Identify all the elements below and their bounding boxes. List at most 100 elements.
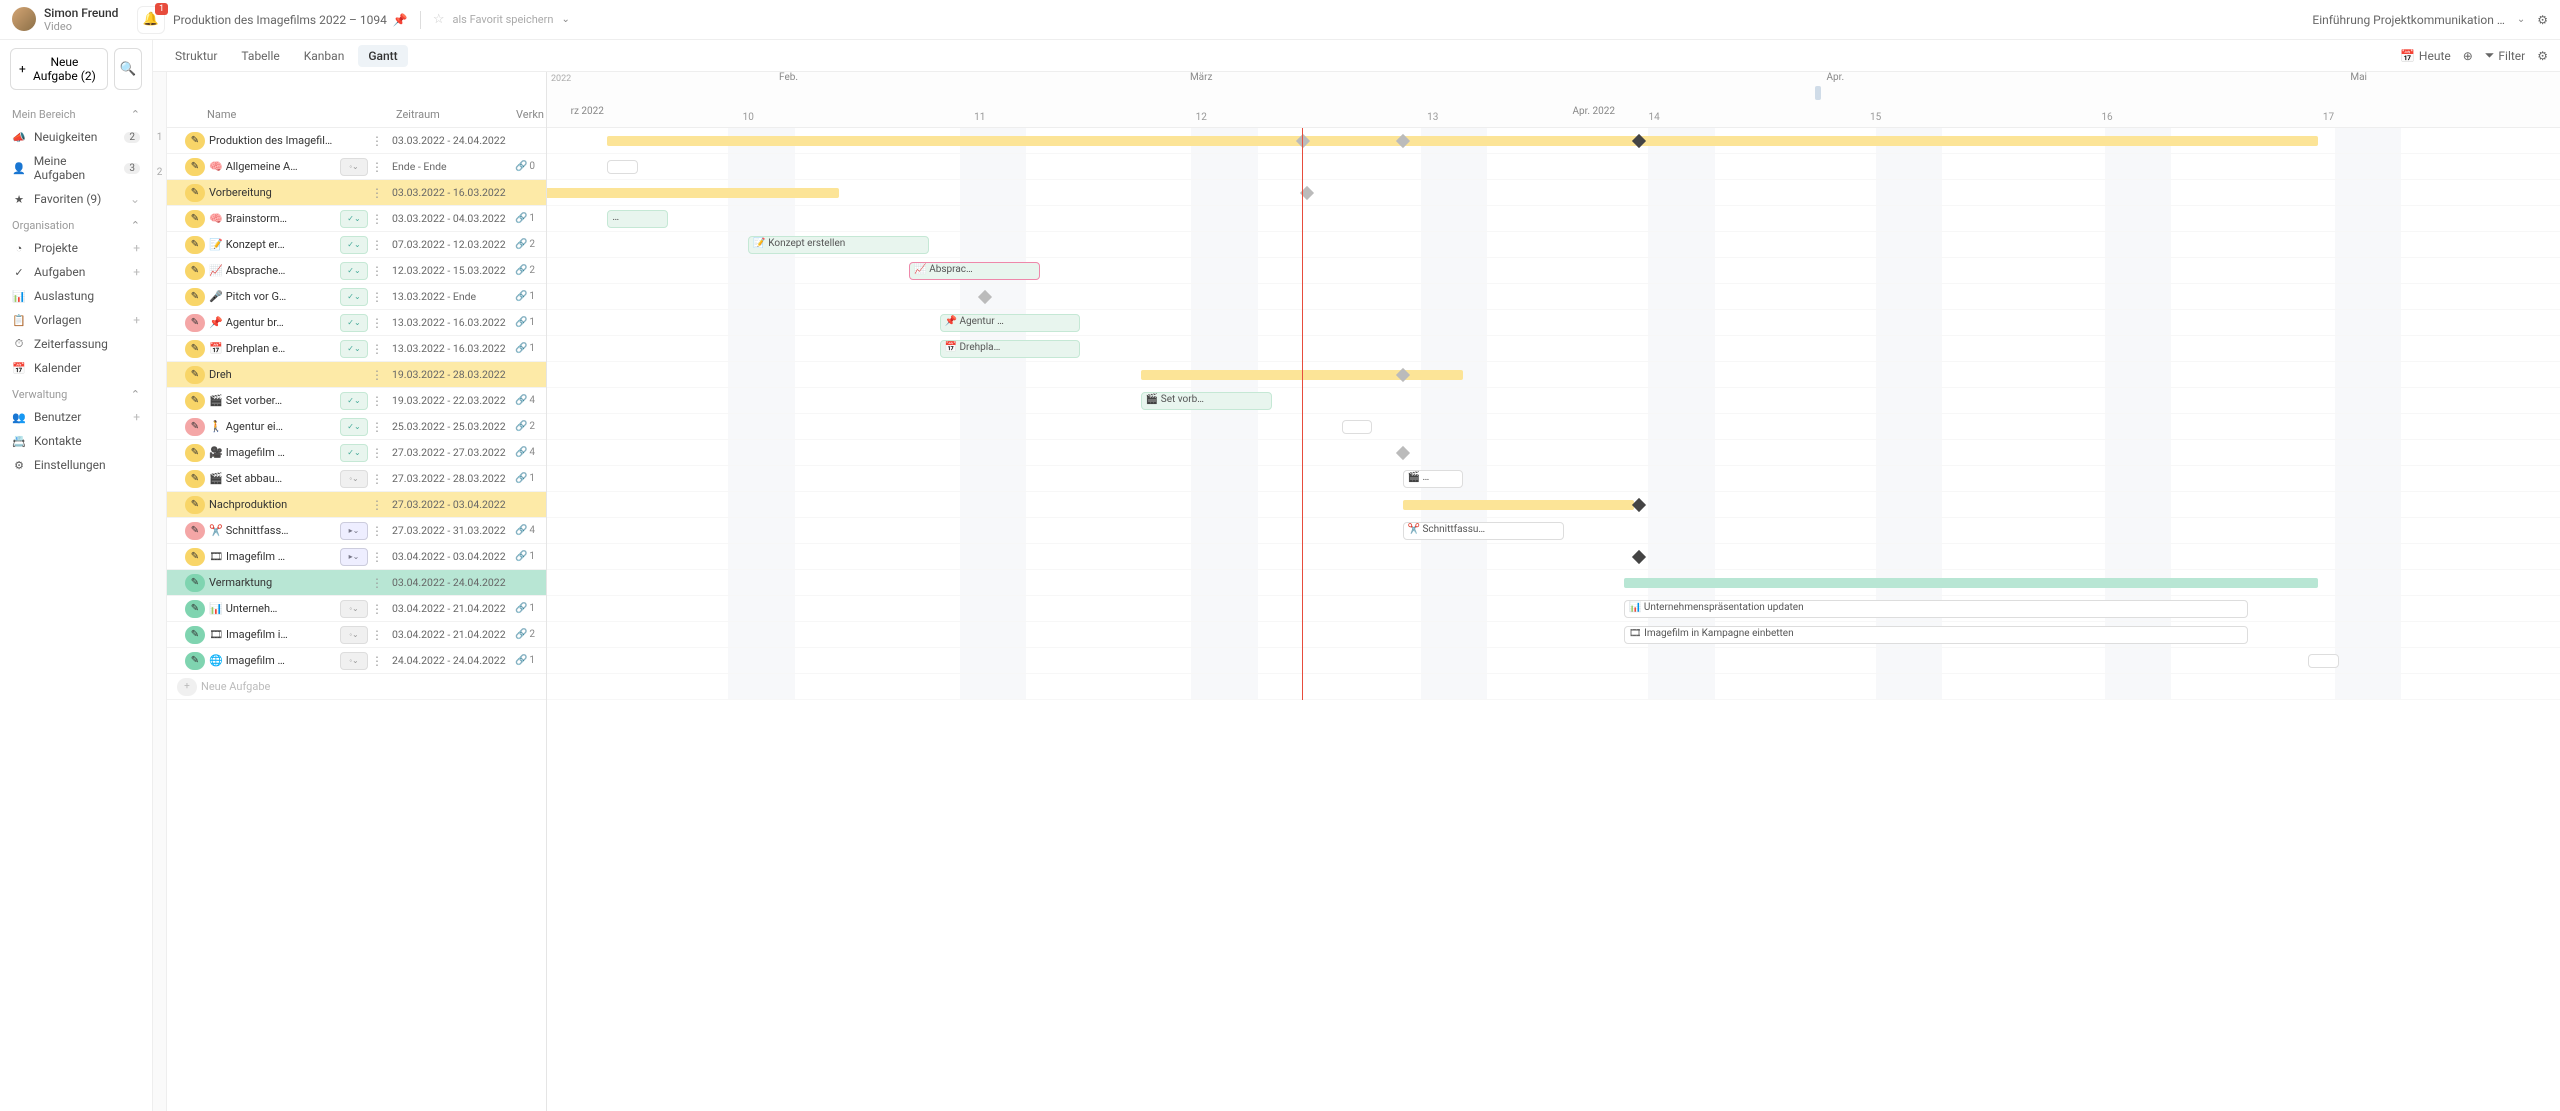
more-icon[interactable]: ⋮ bbox=[370, 550, 384, 564]
sidebar-item-zeiterfassung[interactable]: ⏱Zeiterfassung bbox=[0, 332, 152, 356]
gantt-bar[interactable]: 📈 Absprac… bbox=[909, 262, 1040, 280]
status-pill[interactable]: ▸⌄ bbox=[340, 522, 368, 540]
new-task-button[interactable]: + Neue Aufgabe (2) bbox=[10, 48, 108, 90]
status-pill[interactable]: ▸⌄ bbox=[340, 548, 368, 566]
task-link[interactable]: 🔗2 bbox=[504, 265, 546, 276]
task-link[interactable]: 🔗2 bbox=[504, 629, 546, 640]
more-icon[interactable]: ⋮ bbox=[370, 472, 384, 486]
task-link[interactable]: 🔗1 bbox=[504, 655, 546, 666]
sidebar-item-neuigkeiten[interactable]: 📣Neuigkeiten2 bbox=[0, 125, 152, 149]
task-row[interactable]: ✎ 📈Absprache… ✓⌄ ⋮ 12.03.2022 - 15.03.20… bbox=[167, 258, 546, 284]
milestone-diamond[interactable] bbox=[1396, 446, 1410, 460]
gantt-bar[interactable]: 📊 Unternehmenspräsentation updaten bbox=[1624, 600, 2248, 618]
more-icon[interactable]: ⋮ bbox=[370, 628, 384, 642]
gantt-bar[interactable] bbox=[1403, 500, 1634, 510]
tab-tabelle[interactable]: Tabelle bbox=[231, 45, 289, 67]
status-pill[interactable]: ✓⌄ bbox=[340, 314, 368, 332]
more-icon[interactable]: ⋮ bbox=[370, 654, 384, 668]
edit-icon[interactable]: ✎ bbox=[185, 210, 205, 228]
edit-icon[interactable]: ✎ bbox=[185, 652, 205, 670]
task-link[interactable]: 🔗1 bbox=[504, 213, 546, 224]
task-link[interactable]: 🔗0 bbox=[504, 161, 546, 172]
edit-icon[interactable]: ✎ bbox=[185, 340, 205, 358]
chevron-down-icon[interactable]: ⌄ bbox=[2517, 14, 2525, 25]
task-link[interactable]: 🔗1 bbox=[504, 343, 546, 354]
edit-icon[interactable]: ✎ bbox=[185, 158, 205, 176]
edit-icon[interactable]: ✎ bbox=[185, 392, 205, 410]
status-pill[interactable]: ◦⌄ bbox=[340, 158, 368, 176]
gantt-bar[interactable] bbox=[1624, 578, 2318, 588]
task-row[interactable]: ✎ 🧠Brainstorm… ✓⌄ ⋮ 03.03.2022 - 04.03.2… bbox=[167, 206, 546, 232]
gantt-bar[interactable]: 📅 Drehpla… bbox=[940, 340, 1081, 358]
plus-icon[interactable]: + bbox=[133, 313, 140, 327]
task-row[interactable]: ⌃⌃ ✎ Vorbereitung ⋮ 03.03.2022 - 16.03.2… bbox=[167, 180, 546, 206]
chevron-down-icon[interactable]: ⌄ bbox=[130, 192, 140, 206]
milestone-diamond[interactable] bbox=[1632, 550, 1646, 564]
more-icon[interactable]: ⋮ bbox=[370, 394, 384, 408]
add-button[interactable]: ⊕ bbox=[2463, 49, 2473, 63]
task-row[interactable]: ✎ 🌐Imagefilm … ◦⌄ ⋮ 24.04.2022 - 24.04.2… bbox=[167, 648, 546, 674]
task-row[interactable]: ✎ 📅Drehplan e… ✓⌄ ⋮ 13.03.2022 - 16.03.2… bbox=[167, 336, 546, 362]
edit-icon[interactable]: ✎ bbox=[185, 522, 205, 540]
task-link[interactable]: 🔗1 bbox=[504, 291, 546, 302]
sidebar-item-kontakte[interactable]: 📇Kontakte bbox=[0, 429, 152, 453]
status-pill[interactable]: ◦⌄ bbox=[340, 470, 368, 488]
status-pill[interactable]: ✓⌄ bbox=[340, 262, 368, 280]
gantt-bar[interactable]: … bbox=[607, 210, 667, 228]
status-pill[interactable]: ◦⌄ bbox=[340, 600, 368, 618]
gantt-bar[interactable] bbox=[607, 160, 637, 174]
edit-icon[interactable]: ✎ bbox=[185, 470, 205, 488]
task-row[interactable]: ✎ 🎞Imagefilm i… ◦⌄ ⋮ 03.04.2022 - 21.04.… bbox=[167, 622, 546, 648]
task-row[interactable]: ✎ 📌Agentur br… ✓⌄ ⋮ 13.03.2022 - 16.03.2… bbox=[167, 310, 546, 336]
top-right-link[interactable]: Einführung Projektkommunikation … bbox=[2312, 13, 2504, 27]
edit-icon[interactable]: ✎ bbox=[185, 314, 205, 332]
more-icon[interactable]: ⋮ bbox=[370, 368, 384, 382]
gantt-bar[interactable] bbox=[607, 136, 2318, 146]
more-icon[interactable]: ⋮ bbox=[370, 264, 384, 278]
avatar[interactable] bbox=[12, 7, 36, 31]
task-row[interactable]: ✎ 🎬Set abbau… ◦⌄ ⋮ 27.03.2022 - 28.03.20… bbox=[167, 466, 546, 492]
status-pill[interactable]: ✓⌄ bbox=[340, 418, 368, 436]
column-date[interactable]: Zeitraum bbox=[384, 102, 504, 127]
gear-icon[interactable]: ⚙ bbox=[2537, 13, 2548, 27]
status-pill[interactable]: ◦⌄ bbox=[340, 652, 368, 670]
gantt-bar[interactable]: 📌 Agentur … bbox=[940, 314, 1081, 332]
edit-icon[interactable]: ✎ bbox=[185, 626, 205, 644]
edit-icon[interactable]: ✎ bbox=[185, 574, 205, 592]
sidebar-item-projekte[interactable]: ◔Projekte+ bbox=[0, 236, 152, 260]
task-row[interactable]: ✎ 🎞Imagefilm … ▸⌄ ⋮ 03.04.2022 - 03.04.2… bbox=[167, 544, 546, 570]
edit-icon[interactable]: ✎ bbox=[185, 366, 205, 384]
task-link[interactable]: 🔗1 bbox=[504, 603, 546, 614]
tab-gantt[interactable]: Gantt bbox=[358, 45, 407, 67]
task-link[interactable]: 🔗1 bbox=[504, 473, 546, 484]
column-name[interactable]: Name bbox=[167, 102, 384, 127]
edit-icon[interactable]: ✎ bbox=[185, 184, 205, 202]
more-icon[interactable]: ⋮ bbox=[370, 134, 384, 148]
task-row[interactable]: ✎ 🚶Agentur ei… ✓⌄ ⋮ 25.03.2022 - 25.03.2… bbox=[167, 414, 546, 440]
sidebar-item-meine-aufgaben[interactable]: 👤Meine Aufgaben3 bbox=[0, 149, 152, 187]
gantt-bar[interactable] bbox=[547, 188, 839, 198]
task-link[interactable]: 🔗4 bbox=[504, 395, 546, 406]
edit-icon[interactable]: ✎ bbox=[185, 262, 205, 280]
column-link[interactable]: Verkn bbox=[504, 102, 546, 127]
more-icon[interactable]: ⋮ bbox=[370, 212, 384, 226]
edit-icon[interactable]: ✎ bbox=[185, 288, 205, 306]
sidebar-item-einstellungen[interactable]: ⚙Einstellungen bbox=[0, 453, 152, 477]
plus-icon[interactable]: + bbox=[133, 265, 140, 279]
more-icon[interactable]: ⋮ bbox=[370, 290, 384, 304]
task-link[interactable]: 🔗4 bbox=[504, 525, 546, 536]
more-icon[interactable]: ⋮ bbox=[370, 316, 384, 330]
task-row[interactable]: ✎ ✂️Schnittfass… ▸⌄ ⋮ 27.03.2022 - 31.03… bbox=[167, 518, 546, 544]
today-button[interactable]: 📅Heute bbox=[2400, 49, 2451, 63]
timeline-drag-handle[interactable] bbox=[1815, 86, 1821, 100]
nav-section-mein-bereich[interactable]: Mein Bereich⌃ bbox=[0, 100, 152, 125]
gantt-bar[interactable]: 🎬 Set vorb… bbox=[1141, 392, 1272, 410]
status-pill[interactable]: ✓⌄ bbox=[340, 236, 368, 254]
filter-button[interactable]: ⏷Filter bbox=[2485, 48, 2525, 63]
edit-icon[interactable]: ✎ bbox=[185, 600, 205, 618]
milestone-diamond[interactable] bbox=[1632, 498, 1646, 512]
search-button[interactable]: 🔍 bbox=[114, 48, 142, 90]
sidebar-item-kalender[interactable]: 📅Kalender bbox=[0, 356, 152, 380]
task-row[interactable]: ✎ 🎤Pitch vor G… ✓⌄ ⋮ 13.03.2022 - Ende 🔗… bbox=[167, 284, 546, 310]
edit-icon[interactable]: ✎ bbox=[185, 418, 205, 436]
